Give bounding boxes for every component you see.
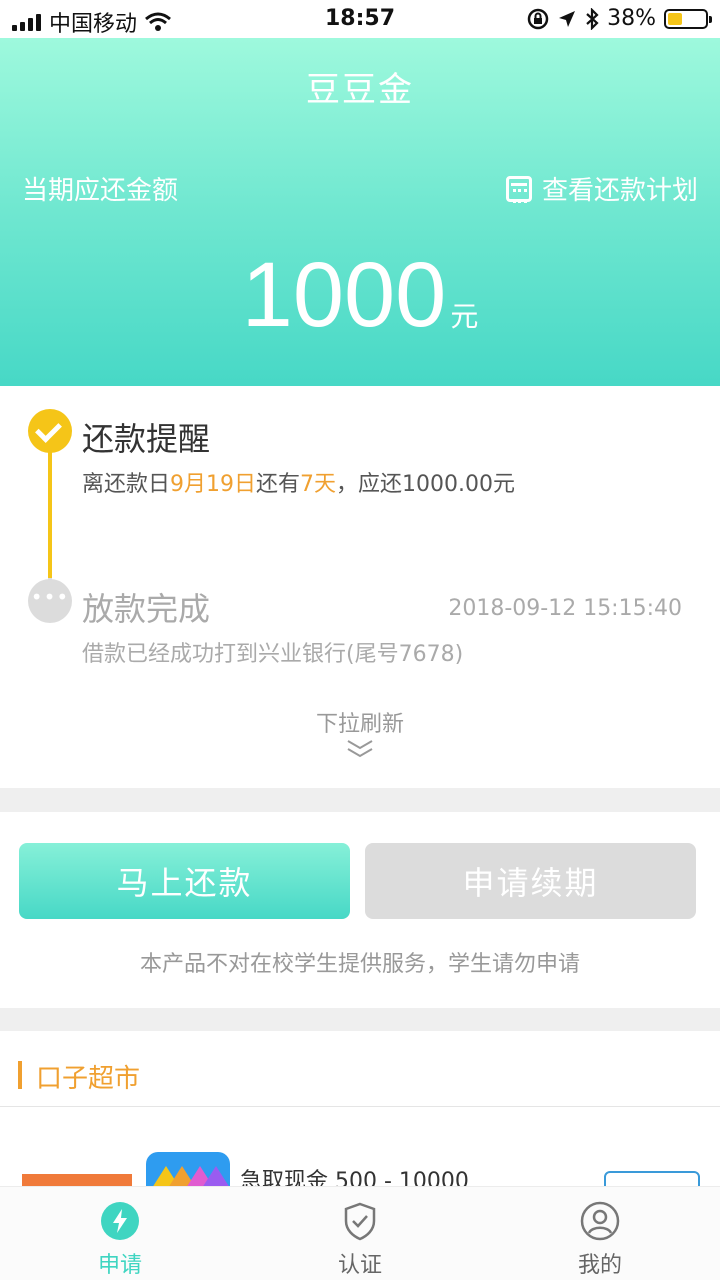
- repay-now-button[interactable]: 马上还款: [19, 843, 350, 919]
- step-reminder-title: 还款提醒: [82, 420, 211, 458]
- battery-icon: [664, 8, 712, 29]
- market-header: 口子超市: [0, 1031, 720, 1107]
- view-plan-label: 查看还款计划: [541, 176, 698, 206]
- days-left: 7天: [300, 472, 337, 497]
- timeline-progress-line: [48, 448, 52, 578]
- step-disbursed-detail: 借款已经成功打到兴业银行(尾号7678): [82, 642, 464, 667]
- page-title: 豆豆金: [306, 70, 414, 110]
- shield-check-icon: [344, 1202, 376, 1241]
- lightning-icon: [101, 1202, 139, 1240]
- repayment-actions: 马上还款 申请续期 本产品不对在校学生提供服务，学生请勿申请: [0, 812, 720, 1008]
- view-plan-link[interactable]: 查看还款计划: [505, 170, 698, 207]
- tab-verify-label: 认证: [337, 1253, 382, 1278]
- pull-refresh-hint: 下拉刷新: [315, 712, 404, 737]
- user-icon: [580, 1201, 620, 1241]
- reminder-suffix: ，应还1000.00元: [336, 472, 516, 497]
- section-marker: [18, 1061, 22, 1089]
- reminder-mid: 还有: [256, 472, 301, 497]
- due-amount-unit: 元: [450, 301, 479, 332]
- tab-mine-label: 我的: [577, 1253, 622, 1278]
- check-icon: [28, 409, 72, 453]
- loan-timeline: 还款提醒 离还款日9月19日还有7天，应还1000.00元 ••• 放款完成 2…: [0, 386, 720, 788]
- tab-mine[interactable]: 我的: [480, 1187, 720, 1280]
- tab-verify[interactable]: 认证: [240, 1187, 480, 1280]
- tab-apply[interactable]: 申请: [0, 1187, 240, 1280]
- repayment-header: 豆豆金 当期应还金额 查看还款计划 1000 元: [0, 38, 720, 386]
- location-icon: [559, 10, 576, 27]
- status-right: 38%: [527, 6, 712, 31]
- step-reminder-detail: 离还款日9月19日还有7天，应还1000.00元: [82, 466, 515, 498]
- tab-apply-label: 申请: [97, 1253, 142, 1278]
- amount-label: 当期应还金额: [22, 176, 179, 206]
- step-disbursed-time: 2018-09-12 15:15:40: [448, 596, 682, 621]
- calendar-icon: [505, 175, 532, 203]
- reminder-prefix: 离还款日: [82, 472, 171, 497]
- tab-bar: 申请 认证 我的: [0, 1186, 720, 1280]
- due-date: 9月19日: [170, 472, 257, 497]
- rotation-lock-icon: [527, 8, 549, 29]
- due-amount-value: 1000: [241, 244, 447, 346]
- status-bar: 中国移动 18:57 38%: [0, 0, 720, 38]
- student-notice: 本产品不对在校学生提供服务，学生请勿申请: [139, 952, 580, 977]
- apply-renewal-button[interactable]: 申请续期: [365, 843, 696, 919]
- battery-percent: 38%: [607, 6, 656, 31]
- double-chevron-down-icon: [347, 740, 373, 758]
- step-disbursed-title: 放款完成: [82, 590, 211, 628]
- more-dots-icon: •••: [28, 579, 72, 623]
- loan-market: 口子超市 急取现金 500 - 10000: [0, 1031, 720, 1191]
- market-title: 口子超市: [36, 1064, 141, 1094]
- bluetooth-icon: [586, 7, 599, 30]
- due-amount: 1000 元: [0, 243, 720, 348]
